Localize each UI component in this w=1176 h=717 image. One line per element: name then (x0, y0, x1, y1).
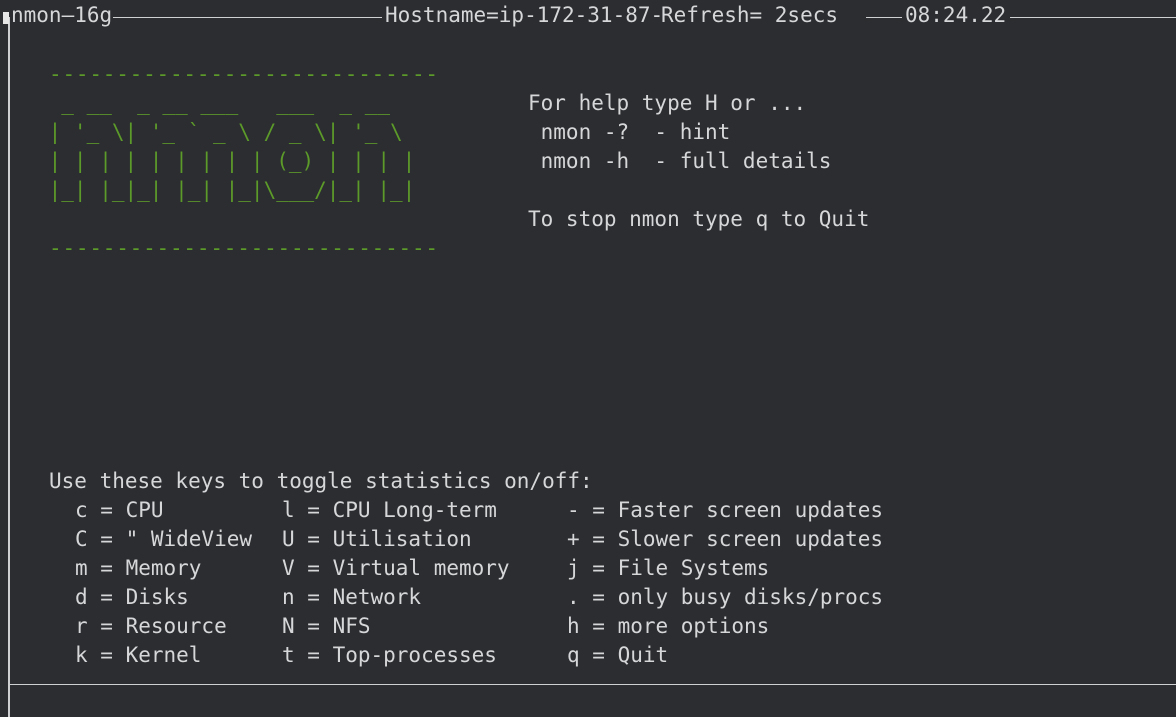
terminal-screen[interactable]: nmon—16g Hostname=ip-172-31-87- Refresh=… (0, 0, 1176, 717)
help-line: To stop nmon type q to Quit (528, 207, 870, 231)
help-line: For help type H or ... (528, 91, 807, 115)
banner-art-line: _ __ _ __ ___ ___ _ __ (36, 91, 416, 115)
border-top-left (8, 17, 10, 717)
border-top-seg3 (1010, 17, 1176, 18)
keys-heading: Use these keys to toggle statistics on/o… (49, 469, 593, 493)
key-item: N = NFS (282, 614, 371, 638)
banner-rule-top: ----------------------------- (49, 62, 439, 86)
refresh-label: Refresh= 2secs (660, 1, 852, 30)
banner-art-line: |_| |_|_| |_| |_|\___/|_| |_| (36, 178, 416, 202)
banner-art-line: | | | | | | | | | (_) | | | | (36, 149, 416, 173)
clock-time: 08:24.22 (904, 1, 1008, 30)
cursor-icon (3, 12, 9, 24)
key-item: V = Virtual memory (282, 556, 510, 580)
border-top-seg1 (110, 17, 382, 18)
key-item: n = Network (282, 585, 422, 609)
key-item: C = " WideView (75, 527, 253, 551)
key-item: t = Top-processes (282, 643, 497, 667)
key-item: - = Faster screen updates (567, 498, 884, 522)
key-item: j = File Systems (567, 556, 770, 580)
help-line: nmon -? - hint (528, 120, 731, 144)
key-item: + = Slower screen updates (567, 527, 884, 551)
border-bottom (8, 684, 1176, 685)
key-item: h = more options (567, 614, 770, 638)
key-item: k = Kernel (75, 643, 202, 667)
key-item: c = CPU (75, 498, 164, 522)
key-item: . = only busy disks/procs (567, 585, 884, 609)
help-line: nmon -h - full details (528, 149, 832, 173)
banner-rule-bottom: ----------------------------- (49, 236, 439, 260)
border-top-seg2 (866, 17, 902, 18)
key-item: r = Resource (75, 614, 227, 638)
app-title: nmon—16g (10, 1, 114, 30)
key-item: d = Disks (75, 585, 189, 609)
hostname-label: Hostname=ip-172-31-87- (384, 1, 665, 30)
key-item: l = CPU Long-term (282, 498, 497, 522)
key-item: U = Utilisation (282, 527, 472, 551)
key-item: q = Quit (567, 643, 669, 667)
banner-art-line: | '_ \| '_ ` _ \ / _ \| '_ \ (36, 120, 416, 144)
key-item: m = Memory (75, 556, 202, 580)
